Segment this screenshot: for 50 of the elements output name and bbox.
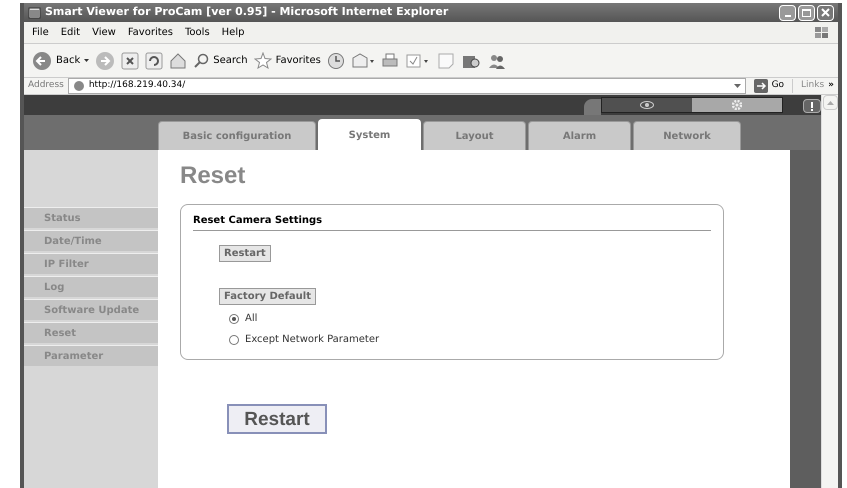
caret-icon xyxy=(84,59,90,62)
scrollbar[interactable] xyxy=(821,95,838,488)
printer-icon[interactable] xyxy=(380,52,399,70)
links-button[interactable]: Links xyxy=(792,79,824,93)
search-icon xyxy=(193,52,210,68)
minimize-button[interactable] xyxy=(779,4,796,20)
alert-button[interactable] xyxy=(803,99,821,113)
address-label: Address xyxy=(28,79,64,92)
search-button[interactable]: Search xyxy=(193,52,248,68)
tab[interactable]: Alarm xyxy=(528,121,631,150)
factory-default-button[interactable]: Factory Default xyxy=(219,288,316,305)
tab[interactable]: Layout xyxy=(423,121,526,150)
menu-item[interactable]: Favorites xyxy=(128,25,174,40)
refresh-icon[interactable] xyxy=(145,52,164,70)
menu-item[interactable]: Tools xyxy=(185,25,210,40)
restart-button[interactable]: Restart xyxy=(219,245,271,262)
browser-icon xyxy=(28,6,41,18)
home-icon[interactable] xyxy=(169,52,188,70)
menu-item[interactable]: Help xyxy=(222,25,244,40)
eye-icon xyxy=(640,101,654,109)
history-icon[interactable] xyxy=(326,52,345,70)
radio-label: Except Network Parameter xyxy=(245,333,380,347)
view-tab[interactable] xyxy=(602,98,692,112)
dropdown-caret-icon[interactable] xyxy=(734,84,741,88)
favorites-button[interactable]: Favorites xyxy=(254,52,321,69)
radio-label: All xyxy=(245,312,258,326)
star-icon xyxy=(254,52,272,69)
more-links-button[interactable]: » xyxy=(828,79,834,93)
window-title: Smart Viewer for ProCam [ver 0.95] - Microsoft Internet Explorer xyxy=(45,4,448,20)
section-title: Reset Camera Settings xyxy=(193,213,711,231)
menu-item[interactable]: Edit xyxy=(60,25,80,40)
stop-icon[interactable] xyxy=(121,52,140,70)
tab[interactable]: Basic configuration xyxy=(158,121,316,150)
close-icon xyxy=(821,8,830,17)
menu-item[interactable]: View xyxy=(92,25,116,40)
back-button[interactable]: Back xyxy=(32,50,90,70)
restart-button[interactable]: Restart xyxy=(227,404,327,434)
page-heading: Reset xyxy=(180,164,246,188)
go-button[interactable]: Go xyxy=(750,79,788,93)
menu-item[interactable]: File xyxy=(32,25,49,40)
maximize-button[interactable] xyxy=(798,4,815,20)
tab[interactable]: Network xyxy=(633,121,741,150)
radio-button[interactable] xyxy=(229,314,239,324)
arrow-icon xyxy=(754,79,768,93)
close-button[interactable] xyxy=(817,4,834,20)
exclamation-icon xyxy=(810,102,814,110)
settings-icon xyxy=(732,100,742,110)
address-field[interactable]: http://168.219.40.34/ xyxy=(68,78,746,94)
radio-button[interactable] xyxy=(229,334,239,344)
tab[interactable]: System xyxy=(318,119,421,150)
